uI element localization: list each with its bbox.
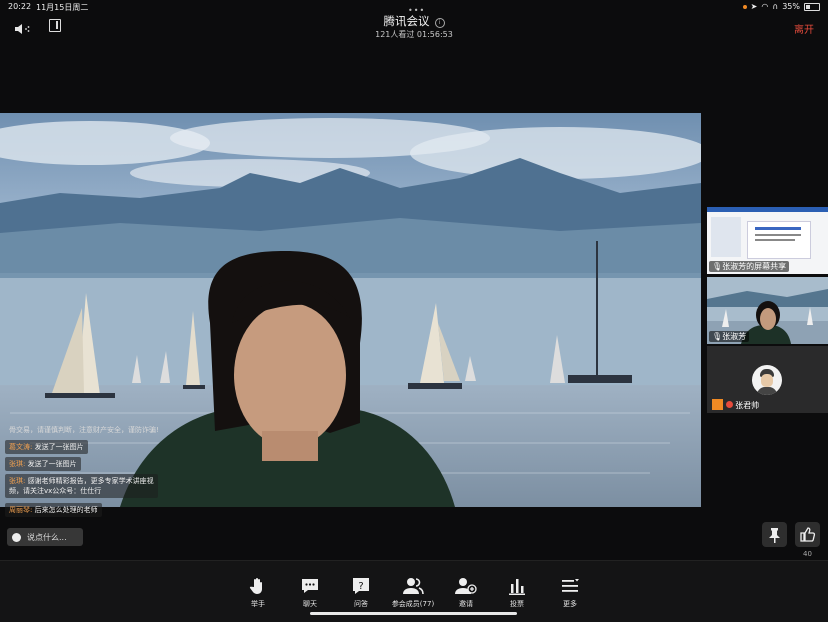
like-button[interactable] bbox=[795, 522, 820, 547]
svg-text:?: ? bbox=[358, 581, 363, 592]
avatar bbox=[752, 365, 782, 395]
battery-icon bbox=[804, 2, 820, 11]
qa-icon: ? bbox=[353, 578, 369, 594]
like-count: 40 bbox=[803, 550, 812, 558]
pin-button[interactable] bbox=[762, 522, 787, 547]
status-indicators: ➤ ◠ ∩ 35% bbox=[742, 2, 820, 11]
toolbar-label: 问答 bbox=[354, 600, 368, 608]
mic-muted-icon bbox=[725, 401, 733, 408]
chat-text: 骨交易，请谨慎判断，注意财产安全，谨防诈骗! bbox=[9, 426, 159, 434]
chat-input-placeholder: 说点什么... bbox=[27, 532, 67, 542]
main-video[interactable] bbox=[0, 113, 701, 507]
participant-label: 🎙张淑芳的屏幕共享 bbox=[709, 261, 790, 272]
chat-text: 感谢老师精彩报告，更多专家学术讲座视 bbox=[27, 477, 154, 485]
mic-icon: 🎙 bbox=[712, 332, 723, 341]
chat-input[interactable]: 说点什么... bbox=[7, 528, 83, 546]
meeting-header: 腾讯会议 i 121人看过 01:56:53 bbox=[0, 12, 828, 42]
chat-text: 发送了一张图片 bbox=[34, 443, 84, 451]
participant-tile[interactable]: 🎙张淑芳 bbox=[707, 277, 828, 344]
home-indicator[interactable] bbox=[310, 612, 517, 615]
toolbar-label: 参会成员(77) bbox=[391, 600, 435, 608]
raise-hand-icon bbox=[249, 578, 262, 594]
participant-tile[interactable]: 张君帅 bbox=[707, 346, 828, 413]
chat-icon bbox=[302, 579, 318, 593]
chat-message-system: 骨交易，请谨慎判断，注意财产安全，谨防诈骗! bbox=[5, 423, 163, 437]
viewers-and-duration: 121人看过 01:56:53 bbox=[375, 30, 453, 39]
more-icon bbox=[562, 579, 579, 592]
chat-text: 发送了一张图片 bbox=[27, 460, 77, 468]
emoji-icon[interactable] bbox=[12, 532, 21, 542]
chat-sender: 张琪: bbox=[9, 477, 26, 485]
chat-sender: 葛文涛: bbox=[9, 443, 33, 451]
speaker-video-frame bbox=[0, 113, 701, 507]
speaker-icon bbox=[15, 24, 30, 34]
raise-hand-button[interactable]: 举手 bbox=[228, 575, 288, 609]
battery-percent: 35% bbox=[782, 2, 800, 11]
chat-message: 张琪: 发送了一张图片 bbox=[5, 457, 81, 471]
info-icon[interactable]: i bbox=[434, 18, 445, 28]
chat-message: 周丽琴: 后来怎么处理的老师 bbox=[5, 503, 102, 517]
chat-message: 张琪: 感谢老师精彩报告，更多专家学术讲座视 频，请关注vx公众号：仕仕行 bbox=[5, 474, 158, 498]
chat-text: 后来怎么处理的老师 bbox=[34, 506, 98, 514]
toolbar-label: 举手 bbox=[251, 600, 265, 608]
meeting-title: 腾讯会议 bbox=[383, 14, 430, 28]
invite-icon bbox=[455, 578, 477, 594]
status-time: 20:22 bbox=[8, 2, 32, 11]
speaker-button[interactable] bbox=[14, 20, 32, 39]
mic-icon: 🎙 bbox=[712, 262, 723, 271]
recording-dot-icon bbox=[742, 4, 747, 9]
chat-text-continued: 频，请关注vx公众号：仕仕行 bbox=[9, 487, 102, 495]
vote-icon bbox=[509, 579, 525, 595]
qa-button[interactable]: ? 问答 bbox=[331, 575, 391, 609]
participant-label: 张君帅 bbox=[709, 399, 762, 411]
members-icon bbox=[403, 578, 424, 595]
host-icon bbox=[712, 399, 723, 410]
thumbs-up-icon bbox=[800, 527, 816, 542]
participant-label: 🎙张淑芳 bbox=[709, 331, 750, 342]
toolbar-label: 更多 bbox=[563, 600, 577, 608]
chat-sender: 周丽琴: bbox=[9, 506, 33, 514]
chat-message: 葛文涛: 发送了一张图片 bbox=[5, 440, 88, 454]
toolbar-label: 投票 bbox=[510, 600, 524, 608]
meeting-title-row: 腾讯会议 i bbox=[0, 13, 828, 29]
headphones-icon: ∩ bbox=[772, 2, 779, 11]
vote-button[interactable]: 投票 bbox=[487, 575, 547, 609]
leave-button[interactable]: 离开 bbox=[794, 21, 814, 36]
wifi-icon: ◠ bbox=[761, 2, 769, 11]
location-icon: ➤ bbox=[750, 2, 758, 11]
drag-handle-icon[interactable]: ••• bbox=[408, 6, 425, 15]
members-button[interactable]: 参会成员(77) bbox=[383, 575, 443, 609]
chat-sender: 张琪: bbox=[9, 460, 26, 468]
layout-toggle-icon[interactable] bbox=[49, 19, 61, 32]
pin-icon bbox=[769, 528, 780, 543]
participant-tile-screen-share[interactable]: 🎙张淑芳的屏幕共享 bbox=[707, 207, 828, 274]
more-button[interactable]: 更多 bbox=[540, 575, 600, 609]
